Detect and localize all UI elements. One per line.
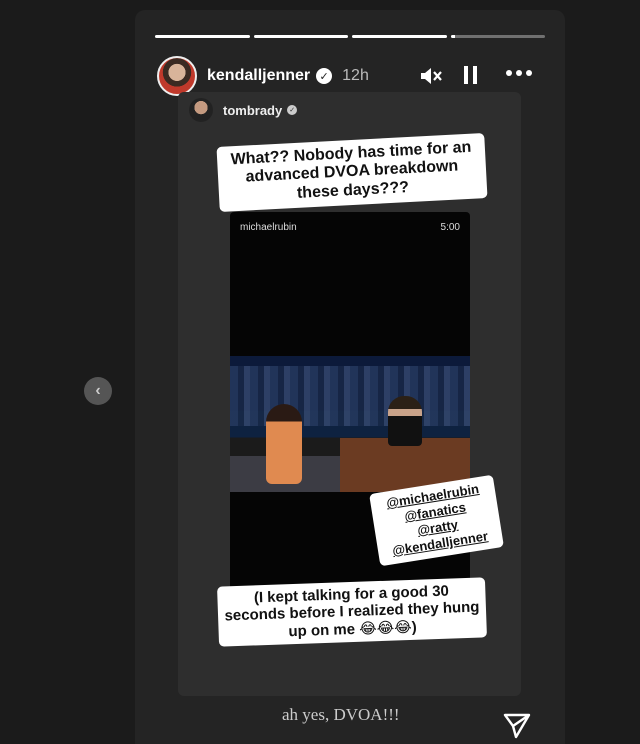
- verified-check-icon: ✓: [287, 105, 298, 115]
- send-icon[interactable]: [502, 712, 532, 740]
- video-username: michaelrubin: [240, 222, 297, 233]
- talk-show-scene: [230, 356, 470, 492]
- progress-segment: [352, 35, 447, 38]
- story-caption-text: ah yes, DVOA!!!: [282, 705, 400, 724]
- progress-segment: [450, 35, 545, 38]
- verified-check-icon: ✓: [316, 68, 333, 84]
- previous-story-button[interactable]: ‹: [84, 377, 112, 405]
- progress-segment: [155, 35, 250, 38]
- story-header: kendalljenner ✓ 12h: [157, 55, 547, 97]
- username[interactable]: kendalljenner: [207, 67, 310, 85]
- more-horizontal-icon[interactable]: [505, 61, 533, 87]
- progress-segment: [253, 35, 348, 38]
- pause-icon[interactable]: [463, 65, 479, 91]
- muted-speaker-icon[interactable]: [419, 65, 443, 93]
- avatar[interactable]: [189, 98, 213, 122]
- avatar[interactable]: [157, 56, 197, 96]
- video-duration: 5:00: [440, 222, 460, 233]
- story-progress-bar: [155, 35, 545, 38]
- story-frame: kendalljenner ✓ 12h tombrady ✓ michaelru…: [135, 10, 565, 744]
- instagram-story-viewer: ‹ kendalljenner ✓ 12h tombrady ✓ michael…: [0, 0, 640, 744]
- caption-sticker-top: What?? Nobody has time for an advanced D…: [216, 133, 488, 213]
- reposted-story-card[interactable]: tombrady ✓ michaelrubin 5:00 What?? Nobo…: [178, 92, 521, 696]
- repost-username[interactable]: tombrady: [223, 103, 282, 118]
- caption-sticker-bottom: (I kept talking for a good 30 seconds be…: [217, 577, 487, 647]
- post-time: 12h: [342, 67, 369, 84]
- video-clip[interactable]: michaelrubin 5:00: [230, 212, 470, 632]
- repost-header: tombrady ✓: [189, 98, 298, 122]
